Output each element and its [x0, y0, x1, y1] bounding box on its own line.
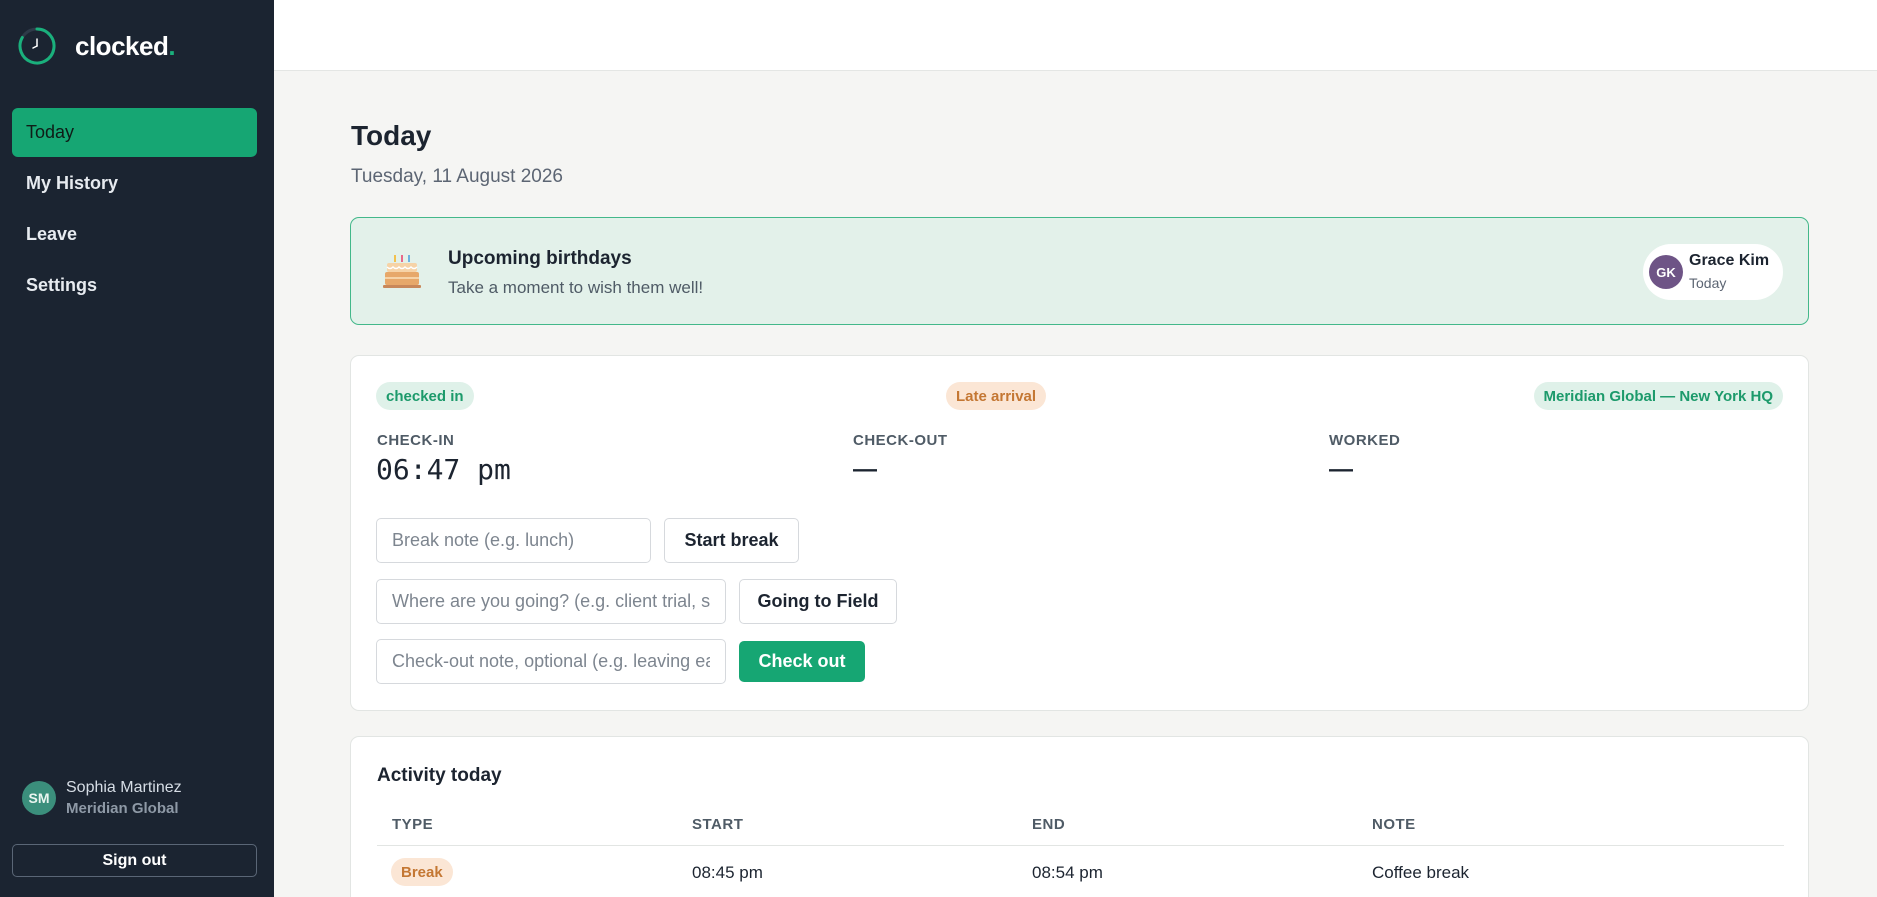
column-header-type: TYPE	[392, 816, 434, 833]
page-date: Tuesday, 11 August 2026	[351, 166, 563, 187]
user-avatar: SM	[22, 781, 56, 815]
attendance-status-card: checked in Late arrival Meridian Global …	[350, 355, 1809, 711]
going-to-field-button[interactable]: Going to Field	[739, 579, 897, 624]
check-out-value: —	[853, 456, 877, 483]
top-bar	[274, 0, 1877, 71]
birthday-person-avatar: GK	[1649, 255, 1683, 289]
birthday-person-chip[interactable]: GK Grace Kim Today	[1643, 244, 1783, 300]
column-header-note: NOTE	[1372, 816, 1416, 833]
start-break-button[interactable]: Start break	[664, 518, 799, 563]
field-destination-input[interactable]	[376, 579, 726, 624]
cake-icon	[383, 255, 421, 288]
activity-note-cell: Coffee break	[1372, 863, 1470, 882]
late-arrival-badge: Late arrival	[946, 382, 1047, 410]
worked-value: —	[1329, 456, 1353, 483]
worked-label: WORKED	[1329, 432, 1401, 449]
sidebar-item-settings[interactable]: Settings	[12, 261, 257, 310]
sidebar-item-leave[interactable]: Leave	[12, 210, 257, 259]
sidebar-item-my-history[interactable]: My History	[12, 159, 257, 208]
activity-title: Activity today	[377, 765, 502, 786]
table-header-divider	[377, 845, 1784, 846]
brand[interactable]: clocked.	[17, 26, 176, 66]
user-name: Sophia Martinez	[66, 779, 182, 796]
column-header-end: END	[1032, 816, 1066, 833]
birthdays-banner: Upcoming birthdays Take a moment to wish…	[350, 217, 1809, 325]
page-title: Today	[351, 120, 432, 151]
check-in-label: CHECK-IN	[377, 432, 455, 449]
column-header-start: START	[692, 816, 744, 833]
check-out-note-input[interactable]	[376, 639, 726, 684]
checked-in-badge: checked in	[376, 382, 474, 410]
check-out-label: CHECK-OUT	[853, 432, 948, 449]
sidebar-item-today[interactable]: Today	[12, 108, 257, 157]
birthday-person-when: Today	[1689, 275, 1727, 291]
activity-start-cell: 08:45 pm	[692, 863, 763, 882]
check-in-value: 06:47 pm	[376, 453, 511, 486]
birthday-person-name: Grace Kim	[1689, 252, 1770, 269]
sidebar: clocked. Today My History Leave Settings…	[0, 0, 274, 897]
current-user: SM Sophia Martinez Meridian Global	[22, 779, 182, 817]
activity-card: Activity today TYPE START END NOTE Break…	[350, 736, 1809, 897]
activity-end-cell: 08:54 pm	[1032, 863, 1103, 882]
sidebar-nav: Today My History Leave Settings	[12, 108, 257, 312]
check-out-button[interactable]: Check out	[739, 641, 865, 682]
sign-out-button[interactable]: Sign out	[12, 844, 257, 877]
location-badge: Meridian Global — New York HQ	[1533, 382, 1783, 410]
brand-name: clocked.	[75, 30, 176, 61]
user-org: Meridian Global	[66, 800, 179, 817]
activity-type-badge: Break	[391, 858, 453, 886]
birthdays-title: Upcoming birthdays	[448, 248, 632, 269]
birthdays-subtitle: Take a moment to wish them well!	[448, 278, 704, 297]
break-note-input[interactable]	[376, 518, 651, 563]
clock-logo-icon	[18, 27, 56, 65]
